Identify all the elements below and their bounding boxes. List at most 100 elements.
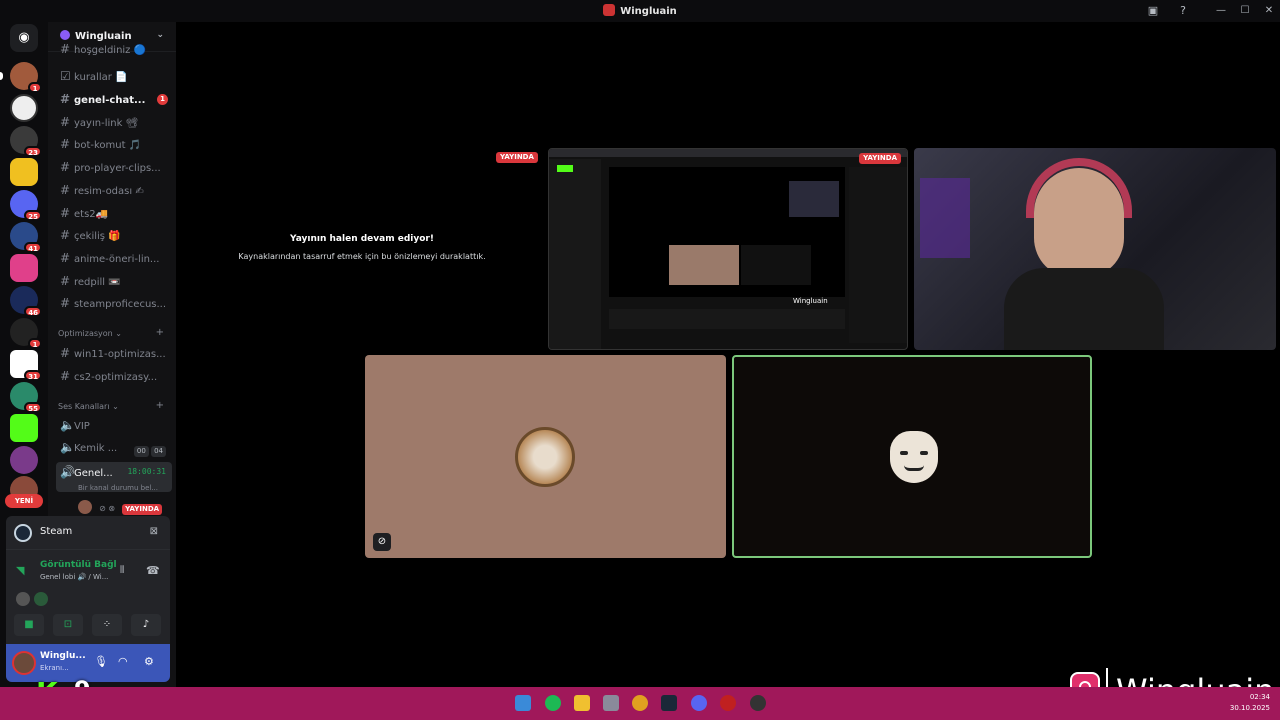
- live-badge: YAYINDA: [122, 504, 163, 515]
- steam-icon[interactable]: [661, 695, 677, 711]
- inbox-icon[interactable]: ▣: [1145, 3, 1161, 19]
- server-icon[interactable]: 1: [10, 318, 42, 349]
- avatar: [16, 592, 30, 606]
- hash-icon: #: [60, 228, 71, 242]
- server-icon[interactable]: 46: [10, 286, 42, 317]
- user-avatar[interactable]: [12, 651, 36, 675]
- chrome-icon[interactable]: [632, 695, 648, 711]
- hash-icon: #: [60, 160, 71, 174]
- server-icon[interactable]: 55: [10, 382, 42, 413]
- app-icon[interactable]: [720, 695, 736, 711]
- channel-item[interactable]: # hoşgeldiniz 🔵: [56, 44, 172, 58]
- activity-row[interactable]: Steam ⊠: [6, 516, 170, 550]
- channel-item[interactable]: # genel-chat... 1: [56, 89, 172, 109]
- channel-item[interactable]: # bot-komut 🎵: [56, 134, 172, 154]
- camera-button[interactable]: ■: [14, 614, 44, 636]
- username[interactable]: Winglu...: [40, 651, 86, 661]
- kick-server-icon[interactable]: [10, 414, 38, 442]
- system-clock[interactable]: 02:34 30.10.2025: [1230, 692, 1270, 714]
- video-tile-speaking[interactable]: [732, 355, 1092, 558]
- stream-tile-screen[interactable]: Wingluain YAYINDA: [548, 148, 908, 350]
- disconnect-icon[interactable]: ☎: [146, 564, 160, 577]
- channel-item[interactable]: # steamproficecus...: [56, 293, 172, 313]
- server-icon[interactable]: [10, 446, 38, 474]
- settings-icon[interactable]: [603, 695, 619, 711]
- discord-home-icon[interactable]: ◉: [10, 24, 38, 52]
- steam-icon: [14, 524, 32, 542]
- start-icon[interactable]: [515, 695, 531, 711]
- server-icon[interactable]: 23: [10, 126, 42, 157]
- kick-chat: [849, 167, 907, 343]
- channel-item[interactable]: # pro-player-clips...: [56, 157, 172, 177]
- game-controller-icon[interactable]: ⊠: [150, 526, 158, 537]
- add-channel-icon[interactable]: +: [156, 327, 164, 338]
- mask-mustache: [904, 465, 924, 471]
- paused-title: Yayının halen devam ediyor!: [290, 234, 434, 244]
- channel-item[interactable]: # ets2🚚: [56, 203, 172, 223]
- category-voice[interactable]: Ses Kanalları ⌄: [58, 402, 119, 411]
- soundboard-button[interactable]: ♪: [131, 614, 161, 636]
- noise-suppression-icon[interactable]: ⫴: [120, 565, 124, 576]
- folder-icon[interactable]: [574, 695, 590, 711]
- new-badge: YENİ: [5, 494, 43, 508]
- voice-panel: Steam ⊠ ◥ Görüntülü Bağl Genel lobi 🔊 / …: [6, 516, 170, 682]
- voice-channel-kemik[interactable]: 🔈Kemik ... 00 04: [56, 437, 172, 457]
- live-badge: YAYINDA: [496, 152, 538, 163]
- channel-item[interactable]: # resim-odası ✍: [56, 180, 172, 200]
- close-button[interactable]: ✕: [1257, 2, 1280, 20]
- channel-item[interactable]: # redpill 📼: [56, 271, 172, 291]
- paused-subtitle: Kaynaklarından tasarruf etmek için bu ön…: [238, 252, 486, 261]
- server-icon[interactable]: 31: [10, 350, 42, 381]
- channel-item[interactable]: # anime-öneri-lin...: [56, 248, 172, 268]
- server-icon[interactable]: 1: [10, 62, 42, 93]
- channel-item[interactable]: # win11-optimizas...: [56, 343, 172, 363]
- nested-tile: [669, 245, 739, 285]
- voice-channel-genel[interactable]: 🔊Genel... 18:00:31 Bir kanal durumu bel.…: [56, 462, 172, 492]
- signal-icon: ◥: [16, 564, 25, 577]
- voice-channel-vip[interactable]: 🔈VIP: [56, 415, 172, 435]
- server-icon[interactable]: [10, 94, 38, 122]
- channel-item[interactable]: # cs2-optimizasy...: [56, 366, 172, 386]
- unread-pill: [0, 72, 3, 80]
- mask-avatar: [890, 431, 938, 483]
- channel-item[interactable]: # çekiliş 🎁: [56, 225, 172, 245]
- connection-status[interactable]: Görüntülü Bağl: [40, 560, 117, 570]
- live-badge: YAYINDA: [859, 153, 901, 164]
- discord-icon[interactable]: [691, 695, 707, 711]
- stream-video: [609, 167, 845, 297]
- speaker-icon: 🔈: [60, 440, 75, 454]
- help-icon[interactable]: ?: [1175, 3, 1191, 19]
- mask-eye: [920, 451, 928, 455]
- server-icon[interactable]: 41: [10, 222, 42, 253]
- muted-camera-icon: ⊘: [373, 533, 391, 551]
- paused-preview[interactable]: Yayının halen devam ediyor! Kaynaklarınd…: [238, 234, 486, 261]
- server-icon[interactable]: [10, 254, 38, 282]
- chevron-down-icon: ⌄: [156, 30, 164, 40]
- hash-icon: #: [60, 92, 71, 106]
- server-icon[interactable]: [10, 158, 38, 186]
- minimize-button[interactable]: —: [1209, 2, 1233, 20]
- muted-icon: ⊘ ⊗: [99, 504, 116, 513]
- voice-member-row[interactable]: ⊘ ⊗ YAYINDA: [78, 496, 163, 515]
- activities-button[interactable]: ⁘: [92, 614, 122, 636]
- gear-icon[interactable]: ⚙: [144, 655, 154, 668]
- video-tile-avatar[interactable]: ⊘: [365, 355, 726, 558]
- app-icon[interactable]: [750, 695, 766, 711]
- add-channel-icon[interactable]: +: [156, 400, 164, 411]
- channel-item[interactable]: ☑ kurallar 📄: [56, 66, 172, 86]
- hash-icon: #: [60, 369, 71, 383]
- stream-tile-webcam[interactable]: [914, 148, 1276, 350]
- app-logo-icon: [603, 4, 616, 16]
- avatar: [78, 499, 92, 514]
- server-icon[interactable]: 25: [10, 190, 42, 221]
- category-optimize[interactable]: Optimizasyon ⌄: [58, 329, 122, 338]
- headphones-icon[interactable]: ◠: [118, 655, 128, 668]
- speaker-icon: 🔈: [60, 418, 75, 432]
- maximize-button[interactable]: ☐: [1233, 2, 1257, 20]
- spotify-icon[interactable]: [545, 695, 561, 711]
- channel-item[interactable]: # yayın-link 📽: [56, 112, 172, 132]
- microphone-icon[interactable]: 🎙: [94, 655, 108, 668]
- hash-icon: #: [60, 206, 71, 220]
- hash-icon: #: [60, 274, 71, 288]
- screen-share-button[interactable]: ⊡: [53, 614, 83, 636]
